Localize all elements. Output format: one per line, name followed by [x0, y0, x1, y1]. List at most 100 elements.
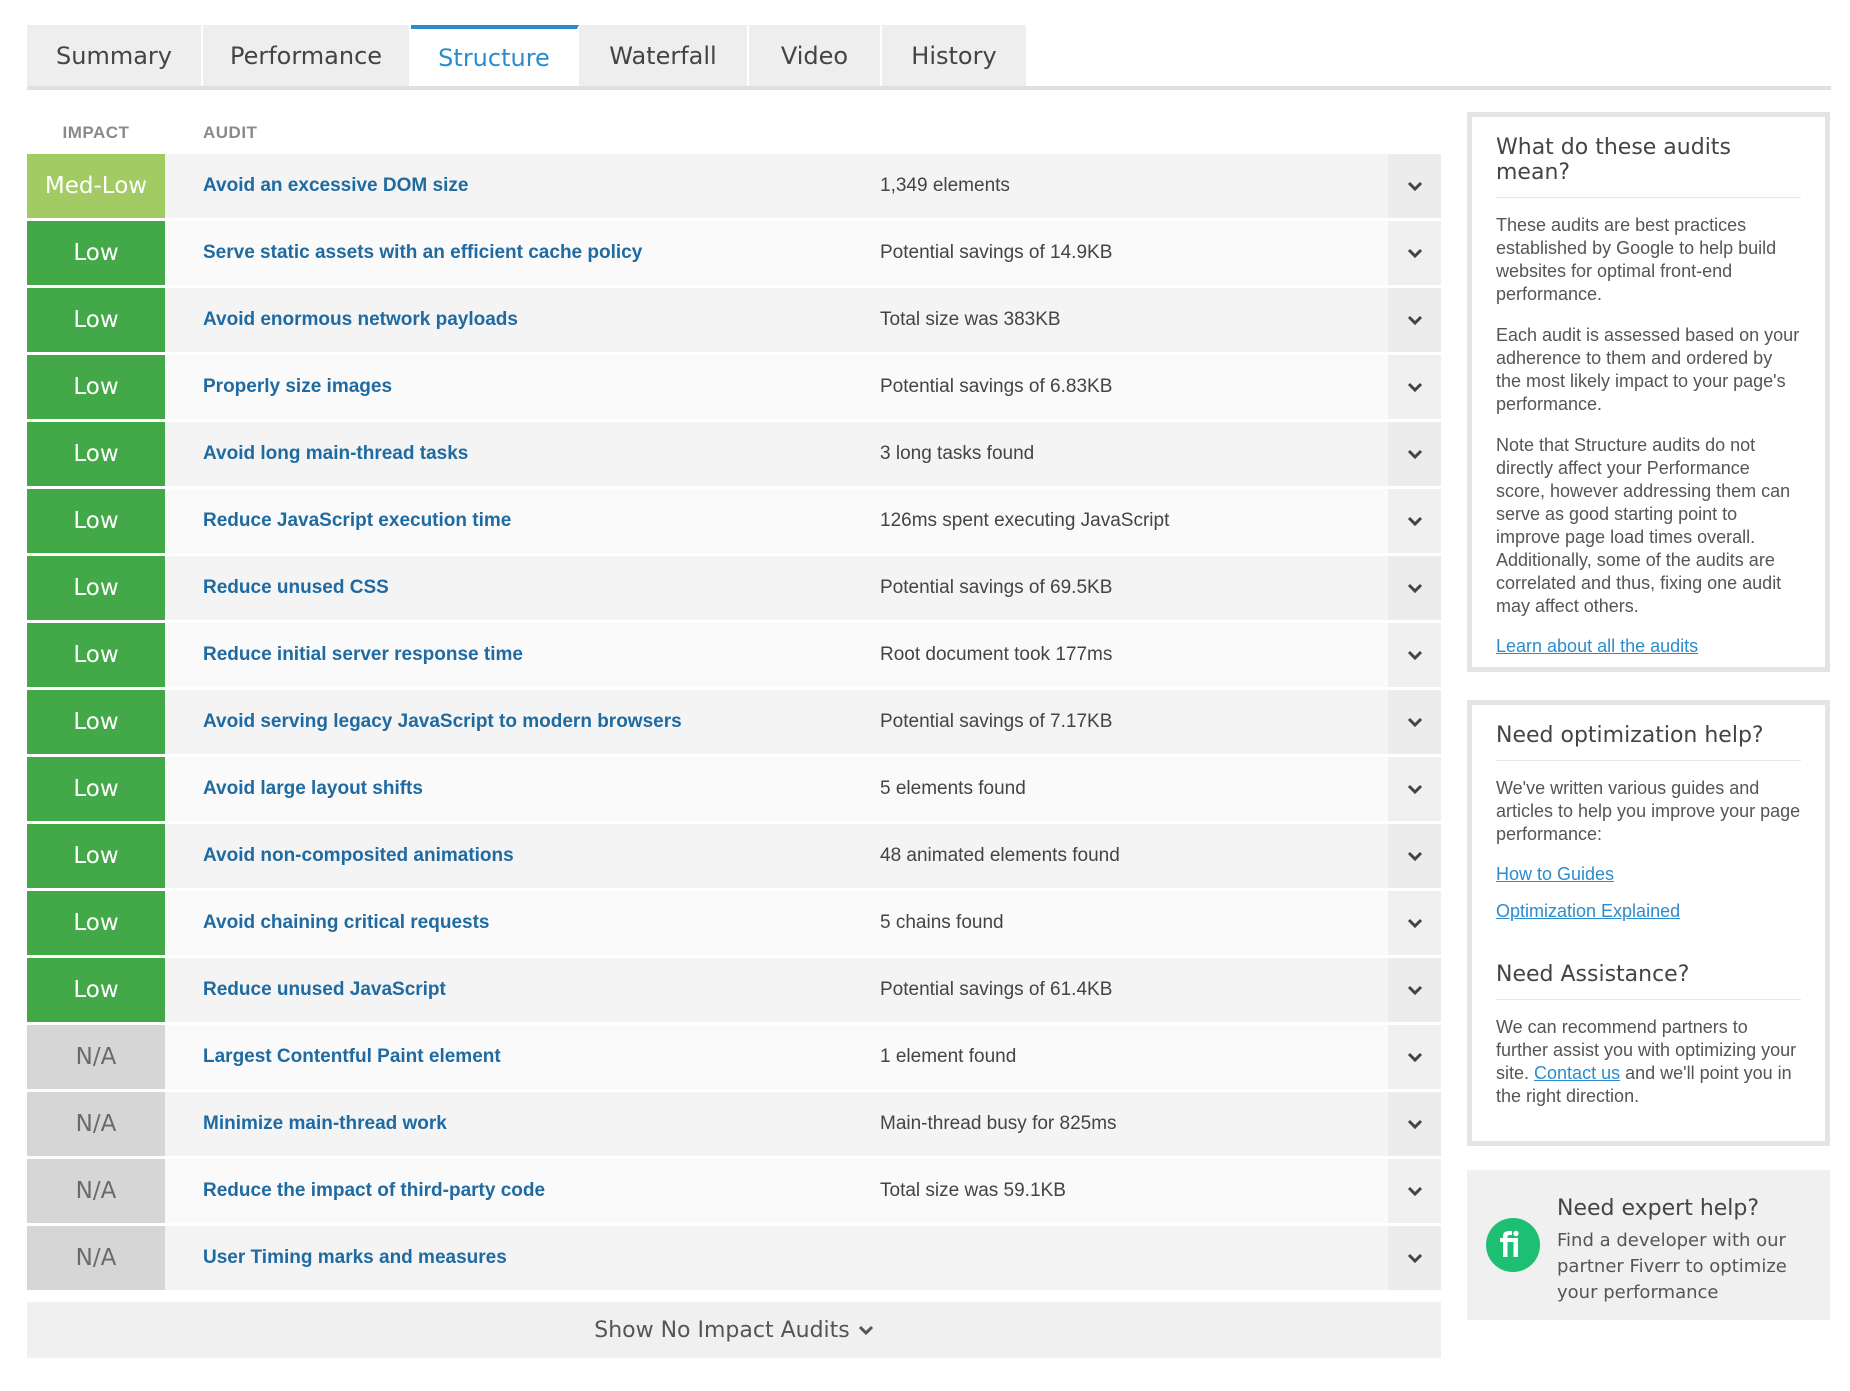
audit-title[interactable]: Avoid long main-thread tasks — [165, 422, 880, 486]
table-row[interactable]: N/A Largest Contentful Paint element 1 ele… — [27, 1025, 1441, 1089]
tab-video[interactable]: Video — [749, 25, 882, 86]
optimization-help-box: Need optimization help? We've written va… — [1467, 700, 1830, 1146]
table-row[interactable]: Low Properly size images Potential savings… — [27, 355, 1441, 419]
table-row[interactable]: N/A User Timing marks and measures — [27, 1226, 1441, 1290]
tab-waterfall[interactable]: Waterfall — [579, 25, 749, 86]
chevron-down-icon — [1407, 1119, 1422, 1130]
audit-title[interactable]: Reduce unused CSS — [165, 556, 880, 620]
audit-detail: 48 animated elements found — [880, 845, 1120, 866]
expand-row-button[interactable] — [1388, 623, 1441, 687]
audit-title[interactable]: Avoid enormous network payloads — [165, 288, 880, 352]
audits-info-title: What do these audits mean? — [1496, 135, 1801, 198]
expand-row-button[interactable] — [1388, 690, 1441, 754]
chevron-down-icon — [1407, 1052, 1422, 1063]
contact-us-link[interactable]: Contact us — [1534, 1063, 1620, 1083]
impact-badge: Low — [27, 623, 165, 687]
chevron-down-icon — [1407, 918, 1422, 929]
impact-badge: Low — [27, 288, 165, 352]
audit-title[interactable]: Avoid chaining critical requests — [165, 891, 880, 955]
impact-badge: Low — [27, 422, 165, 486]
audit-rows: Med-Low Avoid an excessive DOM size 1,349 … — [27, 154, 1441, 1290]
optimization-help-text: We've written various guides and article… — [1496, 778, 1801, 844]
audit-title[interactable]: Reduce unused JavaScript — [165, 958, 880, 1022]
audit-title[interactable]: Largest Contentful Paint element — [165, 1025, 880, 1089]
audit-detail: 1 element found — [880, 1046, 1017, 1067]
audit-title[interactable]: Avoid an excessive DOM size — [165, 154, 880, 218]
assistance-title: Need Assistance? — [1496, 962, 1801, 1000]
impact-badge: Med-Low — [27, 154, 165, 218]
impact-badge: Low — [27, 221, 165, 285]
chevron-down-icon — [1407, 717, 1422, 728]
table-row[interactable]: Low Reduce unused JavaScript Potential sav… — [27, 958, 1441, 1022]
expert-help-box[interactable]: Need expert help? Find a developer with … — [1467, 1170, 1830, 1320]
audit-title[interactable]: Avoid non-composited animations — [165, 824, 880, 888]
tab-structure[interactable]: Structure — [411, 25, 579, 86]
table-row[interactable]: Low Avoid non-composited animations 48 ani… — [27, 824, 1441, 888]
chevron-down-icon — [1407, 248, 1422, 259]
impact-badge: N/A — [27, 1226, 165, 1290]
audit-title[interactable]: Avoid serving legacy JavaScript to moder… — [165, 690, 880, 754]
expand-row-button[interactable] — [1388, 958, 1441, 1022]
chevron-down-icon — [1407, 851, 1422, 862]
chevron-down-icon — [1407, 516, 1422, 527]
audit-title[interactable]: Serve static assets with an efficient ca… — [165, 221, 880, 285]
audit-detail: Potential savings of 69.5KB — [880, 577, 1113, 598]
impact-badge: N/A — [27, 1025, 165, 1089]
tab-history[interactable]: History — [882, 25, 1028, 86]
impact-column-header: IMPACT — [62, 123, 130, 142]
impact-badge: N/A — [27, 1092, 165, 1156]
audit-title[interactable]: Reduce JavaScript execution time — [165, 489, 880, 553]
audit-title[interactable]: Reduce initial server response time — [165, 623, 880, 687]
expand-row-button[interactable] — [1388, 355, 1441, 419]
expand-row-button[interactable] — [1388, 757, 1441, 821]
expand-row-button[interactable] — [1388, 556, 1441, 620]
expand-row-button[interactable] — [1388, 221, 1441, 285]
expand-row-button[interactable] — [1388, 154, 1441, 218]
impact-badge: Low — [27, 958, 165, 1022]
audit-detail: Potential savings of 61.4KB — [880, 979, 1113, 1000]
learn-about-audits-link[interactable]: Learn about all the audits — [1496, 636, 1698, 656]
expand-row-button[interactable] — [1388, 422, 1441, 486]
chevron-down-icon — [1407, 1253, 1422, 1264]
audit-title[interactable]: Minimize main-thread work — [165, 1092, 880, 1156]
audit-title[interactable]: Reduce the impact of third-party code — [165, 1159, 880, 1223]
table-row[interactable]: Low Avoid long main-thread tasks 3 long ta… — [27, 422, 1441, 486]
table-row[interactable]: Low Avoid serving legacy JavaScript to mo… — [27, 690, 1441, 754]
audits-info-paragraph: Each audit is assessed based on your adh… — [1496, 325, 1800, 414]
table-row[interactable]: Low Reduce unused CSS Potential savings of… — [27, 556, 1441, 620]
expand-row-button[interactable] — [1388, 288, 1441, 352]
audits-info-paragraph: Note that Structure audits do not direct… — [1496, 435, 1791, 616]
chevron-down-icon — [1407, 181, 1422, 192]
table-row[interactable]: Low Avoid chaining critical requests 5 cha… — [27, 891, 1441, 955]
audit-title[interactable]: Avoid large layout shifts — [165, 757, 880, 821]
expand-row-button[interactable] — [1388, 1159, 1441, 1223]
table-row[interactable]: Low Reduce initial server response time Ro… — [27, 623, 1441, 687]
tab-performance[interactable]: Performance — [203, 25, 411, 86]
audit-title[interactable]: Properly size images — [165, 355, 880, 419]
impact-badge: Low — [27, 355, 165, 419]
expand-row-button[interactable] — [1388, 824, 1441, 888]
table-row[interactable]: Low Reduce JavaScript execution time 126ms… — [27, 489, 1441, 553]
table-row[interactable]: Low Avoid large layout shifts 5 elements f… — [27, 757, 1441, 821]
table-row[interactable]: Med-Low Avoid an excessive DOM size 1,349 … — [27, 154, 1441, 218]
table-row[interactable]: N/A Minimize main-thread work Main-thread … — [27, 1092, 1441, 1156]
expand-row-button[interactable] — [1388, 1226, 1441, 1290]
table-row[interactable]: Low Serve static assets with an efficient… — [27, 221, 1441, 285]
audit-detail: Potential savings of 14.9KB — [880, 242, 1113, 263]
expand-row-button[interactable] — [1388, 891, 1441, 955]
expand-row-button[interactable] — [1388, 489, 1441, 553]
table-row[interactable]: Low Avoid enormous network payloads Total … — [27, 288, 1441, 352]
expand-row-button[interactable] — [1388, 1025, 1441, 1089]
expand-row-button[interactable] — [1388, 1092, 1441, 1156]
how-to-guides-link[interactable]: How to Guides — [1496, 864, 1614, 884]
show-no-impact-audits-button[interactable]: Show No Impact Audits — [27, 1302, 1441, 1358]
audit-detail: 1,349 elements — [880, 175, 1010, 196]
audit-detail: Potential savings of 6.83KB — [880, 376, 1113, 397]
tab-list: Summary Performance Structure Waterfall … — [27, 25, 1831, 86]
audit-title[interactable]: User Timing marks and measures — [165, 1226, 880, 1290]
table-row[interactable]: N/A Reduce the impact of third-party code… — [27, 1159, 1441, 1223]
optimization-explained-link[interactable]: Optimization Explained — [1496, 901, 1680, 921]
chevron-down-icon — [1407, 382, 1422, 393]
tab-summary[interactable]: Summary — [27, 25, 203, 86]
audit-detail: Total size was 383KB — [880, 309, 1061, 330]
